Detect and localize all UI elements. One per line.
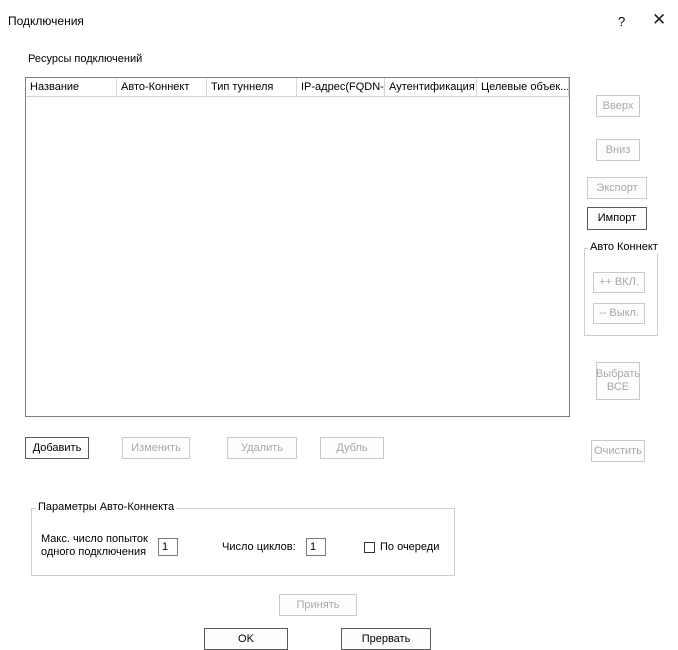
max-attempts-label: Макс. число попыток одного подключения <box>41 533 148 559</box>
column-header-ip-address[interactable]: IP-адрес(FQDN-... <box>297 78 385 96</box>
add-button[interactable]: Добавить <box>25 437 89 459</box>
connections-list[interactable]: Название Авто-Коннект Тип туннеля IP-адр… <box>25 77 570 417</box>
column-header-autoconnect[interactable]: Авто-Коннект <box>117 78 207 96</box>
move-down-button[interactable]: Вниз <box>596 139 640 161</box>
abort-button[interactable]: Прервать <box>341 628 431 650</box>
select-all-line2: ВСЕ <box>606 381 630 393</box>
resources-label: Ресурсы подключений <box>28 53 143 65</box>
sequential-label: По очереди <box>380 541 440 553</box>
autoconnect-params-label: Параметры Авто-Коннекта <box>36 501 177 513</box>
column-header-name[interactable]: Название <box>26 78 117 96</box>
help-button[interactable]: ? <box>618 14 625 29</box>
max-attempts-input[interactable]: 1 <box>158 538 178 556</box>
apply-button[interactable]: Принять <box>279 594 357 616</box>
import-button[interactable]: Импорт <box>587 207 647 230</box>
sequential-checkbox[interactable] <box>364 542 375 553</box>
select-all-button[interactable]: Выбрать ВСЕ <box>596 362 640 400</box>
cycles-label: Число циклов: <box>222 541 296 553</box>
clear-button[interactable]: Очистить <box>591 440 645 462</box>
duplicate-button[interactable]: Дубль <box>320 437 384 459</box>
delete-button[interactable]: Удалить <box>227 437 297 459</box>
column-header-targets[interactable]: Целевые объек... <box>477 78 569 96</box>
edit-button[interactable]: Изменить <box>122 437 190 459</box>
ok-button[interactable]: OK <box>204 628 288 650</box>
max-attempts-label-line1: Макс. число попыток <box>41 533 148 545</box>
move-up-button[interactable]: Вверх <box>596 95 640 117</box>
window-title: Подключения <box>8 14 84 28</box>
export-button[interactable]: Экспорт <box>587 177 647 199</box>
column-header-authentication[interactable]: Аутентификация <box>385 78 477 96</box>
autoconnect-group-label: Авто Коннект <box>588 241 660 253</box>
max-attempts-label-line2: одного подключения <box>41 546 147 558</box>
autoconnect-off-button[interactable]: -- Выкл. <box>593 303 645 324</box>
cycles-input[interactable]: 1 <box>306 538 326 556</box>
list-header: Название Авто-Коннект Тип туннеля IP-адр… <box>26 78 569 97</box>
close-icon[interactable]: ✕ <box>652 10 666 30</box>
select-all-line1: Выбрать <box>595 368 641 380</box>
column-header-tunnel-type[interactable]: Тип туннеля <box>207 78 297 96</box>
autoconnect-on-button[interactable]: ++ ВКЛ. <box>593 272 645 293</box>
